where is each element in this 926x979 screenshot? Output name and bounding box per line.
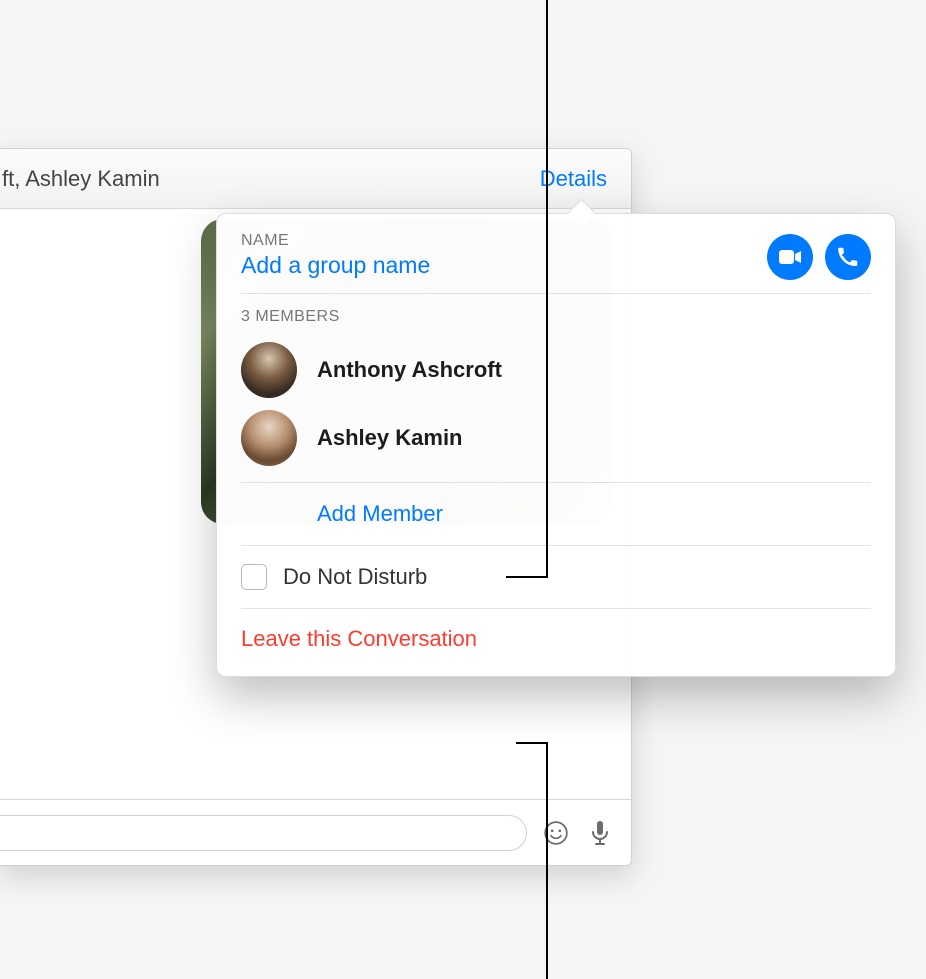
add-member-row: Add Member: [241, 482, 871, 545]
leave-conversation-row: Leave this Conversation: [241, 608, 871, 668]
avatar: [241, 342, 297, 398]
member-name: Anthony Ashcroft: [317, 357, 502, 383]
window-titlebar: ft, Ashley Kamin Details: [0, 149, 631, 209]
do-not-disturb-row: Do Not Disturb: [241, 545, 871, 608]
popover-header: NAME Add a group name: [241, 232, 871, 293]
message-input[interactable]: [0, 815, 527, 851]
call-buttons: [767, 232, 871, 280]
audio-call-button[interactable]: [825, 234, 871, 280]
name-section-label: NAME: [241, 232, 430, 250]
callout-line: [506, 576, 548, 578]
details-popover: NAME Add a group name 3 MEMBERS Anthony …: [216, 213, 896, 677]
conversation-title: ft, Ashley Kamin: [0, 166, 160, 192]
video-call-button[interactable]: [767, 234, 813, 280]
callout-line: [516, 742, 548, 744]
add-group-name-link[interactable]: Add a group name: [241, 252, 430, 293]
leave-conversation-link[interactable]: Leave this Conversation: [241, 626, 477, 651]
avatar: [241, 410, 297, 466]
member-name: Ashley Kamin: [317, 425, 463, 451]
member-row[interactable]: Ashley Kamin: [241, 404, 871, 472]
dnd-checkbox[interactable]: [241, 564, 267, 590]
add-member-link[interactable]: Add Member: [317, 501, 443, 526]
dnd-label: Do Not Disturb: [283, 564, 427, 590]
microphone-icon[interactable]: [585, 818, 615, 848]
member-row[interactable]: Anthony Ashcroft: [241, 336, 871, 404]
members-section-label: 3 MEMBERS: [241, 294, 871, 336]
callout-line: [546, 742, 548, 979]
message-input-bar: [0, 799, 631, 865]
callout-line: [546, 0, 548, 577]
